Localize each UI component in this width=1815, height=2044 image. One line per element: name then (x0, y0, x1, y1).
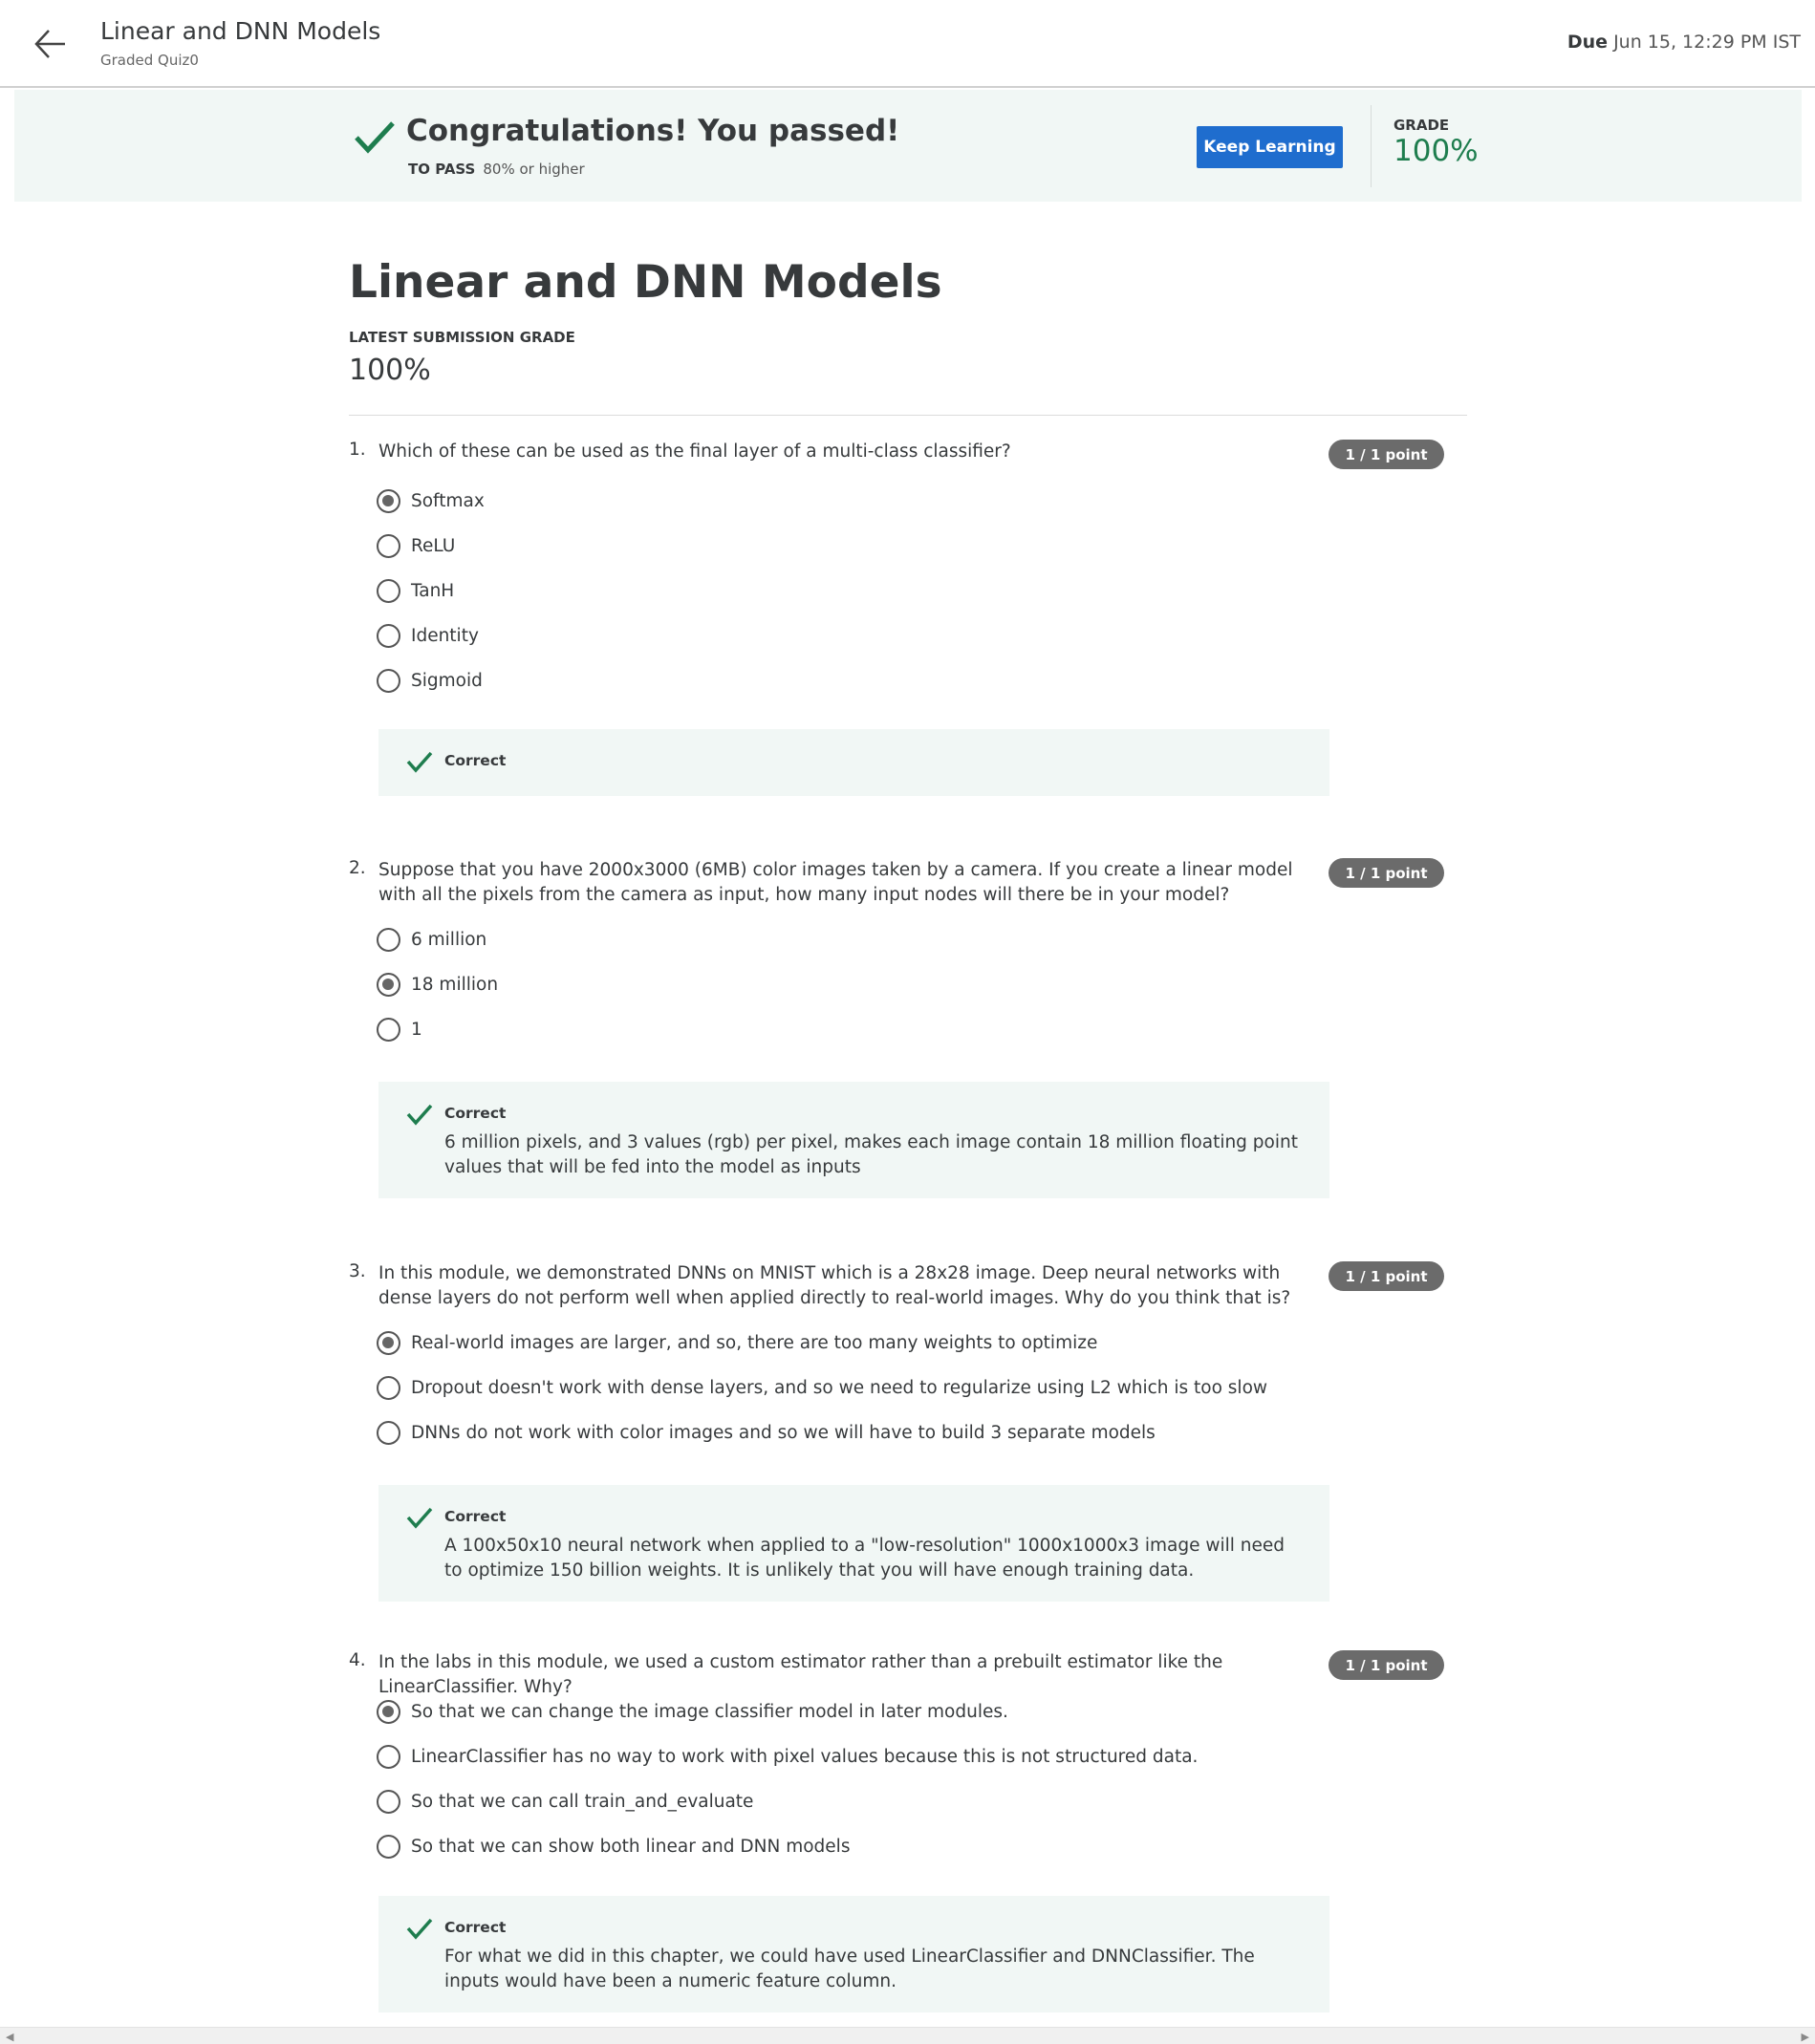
option-no-pixel-values[interactable]: LinearClassifier has no way to work with… (377, 1742, 1198, 1771)
radio[interactable] (377, 1420, 400, 1445)
feedback-text: For what we did in this chapter, we coul… (444, 1947, 1255, 1991)
radio-selected[interactable] (377, 1699, 400, 1724)
question-number: 4. (349, 1650, 366, 1670)
divider (349, 415, 1467, 416)
due-label: Due (1567, 32, 1609, 53)
feedback-panel: Correct A 100x50x10 neural network when … (378, 1485, 1329, 1602)
top-header: Linear and DNN Models Graded Quiz0 Due J… (0, 0, 1815, 88)
checkmark-icon (406, 1918, 433, 1940)
grade-label: GRADE (1394, 117, 1450, 134)
option-change-model[interactable]: So that we can change the image classifi… (377, 1697, 1008, 1726)
passed-title: Congratulations! You passed! (406, 114, 900, 148)
radio[interactable] (377, 1375, 400, 1400)
due-date: Due Jun 15, 12:29 PM IST (1567, 32, 1801, 53)
option-label: So that we can call train_and_evaluate (411, 1791, 754, 1812)
question-number: 3. (349, 1261, 366, 1281)
option-label: Dropout doesn't work with dense layers, … (411, 1377, 1268, 1398)
scroll-left-icon[interactable]: ◀ (6, 2031, 13, 2043)
option-linear-and-dnn[interactable]: So that we can show both linear and DNN … (377, 1832, 850, 1861)
feedback-panel: Correct (378, 729, 1329, 796)
header-subtitle: Graded Quiz0 (100, 52, 199, 69)
scroll-right-icon[interactable]: ▶ (1802, 2031, 1809, 2043)
feedback-title: Correct (444, 1508, 507, 1525)
passed-banner: Congratulations! You passed! TO PASS 80% … (14, 90, 1802, 202)
option-label: Softmax (411, 490, 485, 511)
latest-grade-value: 100% (349, 354, 431, 387)
option-label: 18 million (411, 974, 499, 995)
checkmark-icon (406, 1507, 433, 1529)
feedback-title: Correct (444, 752, 507, 769)
points-badge: 1 / 1 point (1329, 1261, 1444, 1291)
checkmark-icon (406, 751, 433, 773)
radio[interactable] (377, 533, 400, 558)
due-value: Jun 15, 12:29 PM IST (1613, 32, 1801, 53)
divider (1371, 105, 1372, 187)
question-text: In this module, we demonstrated DNNs on … (378, 1263, 1291, 1308)
option-18-million[interactable]: 18 million (377, 970, 498, 999)
question-number: 2. (349, 858, 366, 878)
option-label: So that we can change the image classifi… (411, 1701, 1008, 1722)
option-label: TanH (411, 580, 455, 601)
page-title: Linear and DNN Models (349, 256, 942, 309)
radio[interactable] (377, 1834, 400, 1859)
option-relu[interactable]: ReLU (377, 531, 455, 560)
option-tanh[interactable]: TanH (377, 576, 454, 605)
to-pass-label: TO PASS (408, 161, 476, 178)
feedback-text: 6 million pixels, and 3 values (rgb) per… (444, 1132, 1298, 1177)
radio[interactable] (377, 1744, 400, 1769)
option-identity[interactable]: Identity (377, 621, 479, 650)
points-badge: 1 / 1 point (1329, 1650, 1444, 1680)
option-color-images[interactable]: DNNs do not work with color images and s… (377, 1418, 1156, 1447)
radio[interactable] (377, 578, 400, 603)
option-label: Sigmoid (411, 670, 483, 691)
option-label: 1 (411, 1019, 422, 1040)
option-label: 6 million (411, 929, 487, 950)
option-label: Identity (411, 625, 479, 646)
horizontal-scrollbar[interactable]: ◀ ▶ (0, 2027, 1815, 2044)
keep-learning-button[interactable]: Keep Learning (1197, 126, 1343, 168)
question-text: Suppose that you have 2000x3000 (6MB) co… (378, 860, 1293, 905)
header-title: Linear and DNN Models (100, 17, 381, 45)
radio[interactable] (377, 927, 400, 952)
option-label: DNNs do not work with color images and s… (411, 1422, 1156, 1443)
to-pass-info: TO PASS 80% or higher (408, 161, 585, 178)
points-badge: 1 / 1 point (1329, 440, 1444, 469)
to-pass-value: 80% or higher (483, 161, 585, 178)
option-train-and-evaluate[interactable]: So that we can call train_and_evaluate (377, 1787, 753, 1816)
radio[interactable] (377, 1017, 400, 1042)
option-label: So that we can show both linear and DNN … (411, 1836, 851, 1857)
option-sigmoid[interactable]: Sigmoid (377, 666, 483, 695)
radio-selected[interactable] (377, 972, 400, 997)
option-6-million[interactable]: 6 million (377, 925, 486, 954)
back-button[interactable] (29, 23, 71, 65)
radio[interactable] (377, 623, 400, 648)
checkmark-icon (355, 121, 395, 154)
checkmark-icon (406, 1104, 433, 1126)
option-1[interactable]: 1 (377, 1015, 422, 1044)
feedback-panel: Correct For what we did in this chapter,… (378, 1896, 1329, 2012)
radio[interactable] (377, 1789, 400, 1814)
option-label: Real-world images are larger, and so, th… (411, 1332, 1098, 1353)
option-softmax[interactable]: Softmax (377, 486, 485, 515)
radio-selected[interactable] (377, 488, 400, 513)
option-larger-images[interactable]: Real-world images are larger, and so, th… (377, 1328, 1097, 1357)
radio[interactable] (377, 668, 400, 693)
feedback-title: Correct (444, 1105, 507, 1122)
option-label: ReLU (411, 535, 456, 556)
option-dropout[interactable]: Dropout doesn't work with dense layers, … (377, 1373, 1267, 1402)
radio-selected[interactable] (377, 1330, 400, 1355)
grade-value: 100% (1394, 134, 1479, 168)
feedback-text: A 100x50x10 neural network when applied … (444, 1536, 1286, 1581)
arrow-left-icon (34, 30, 65, 58)
latest-grade-label: LATEST SUBMISSION GRADE (349, 329, 575, 346)
points-badge: 1 / 1 point (1329, 858, 1444, 888)
question-text: Which of these can be used as the final … (378, 441, 1011, 462)
feedback-panel: Correct 6 million pixels, and 3 values (… (378, 1082, 1329, 1198)
option-label: LinearClassifier has no way to work with… (411, 1746, 1199, 1767)
question-number: 1. (349, 440, 366, 460)
question-text: In the labs in this module, we used a cu… (378, 1652, 1223, 1697)
feedback-title: Correct (444, 1919, 507, 1936)
